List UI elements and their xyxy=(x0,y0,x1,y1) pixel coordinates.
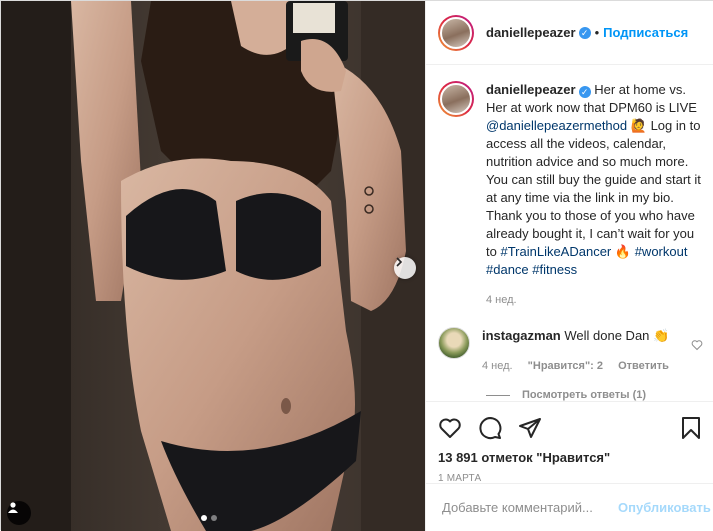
caption-avatar[interactable] xyxy=(438,81,474,117)
caption-hashtag[interactable]: #fitness xyxy=(532,262,577,277)
publish-button[interactable]: Опубликовать xyxy=(618,500,711,515)
reply-button[interactable]: Ответить xyxy=(618,360,669,372)
save-button[interactable] xyxy=(679,416,703,440)
carousel-dot xyxy=(211,515,217,521)
replies-divider xyxy=(486,394,510,396)
heart-icon xyxy=(439,418,461,438)
chevron-right-icon xyxy=(396,257,403,267)
caption-text-2: Log in to access all the videos, calenda… xyxy=(486,118,701,259)
photo-illustration xyxy=(1,1,425,531)
comment-item: instagazman Well done Dan 👏 4 нед. "Нрав… xyxy=(438,327,703,375)
caption-time[interactable]: 4 нед. xyxy=(486,294,517,306)
comment-button[interactable] xyxy=(478,416,502,440)
comments-list[interactable]: daniellepeazer ✓ Her at home vs. Her at w… xyxy=(426,65,713,401)
follow-button[interactable]: Подписаться xyxy=(603,25,688,40)
add-comment-bar: Опубликовать xyxy=(426,483,713,531)
share-button[interactable] xyxy=(518,416,542,440)
carousel-indicator xyxy=(201,515,217,521)
like-button[interactable] xyxy=(438,416,462,440)
verified-badge-icon: ✓ xyxy=(578,26,591,39)
caption-hashtag[interactable]: #TrainLikeADancer xyxy=(500,244,611,259)
paper-plane-icon xyxy=(519,418,541,438)
comment-body: instagazman Well done Dan 👏 4 нед. "Нрав… xyxy=(482,327,703,375)
post-sidebar: daniellepeazer ✓ • Подписаться daniellep… xyxy=(425,1,713,531)
caption: daniellepeazer ✓ Her at home vs. Her at w… xyxy=(438,81,703,309)
caption-hashtag[interactable]: #dance xyxy=(486,262,529,277)
comment-emoji: 👏 xyxy=(653,328,670,343)
verified-badge-icon: ✓ xyxy=(578,86,591,98)
post-header: daniellepeazer ✓ • Подписаться xyxy=(426,1,713,65)
commenter-username[interactable]: instagazman xyxy=(482,328,561,343)
caption-meta: 4 нед. xyxy=(486,291,703,309)
caption-emoji-2: 🔥 xyxy=(614,244,632,259)
view-replies-label: Посмотреть ответы (1) xyxy=(522,389,647,401)
caption-mention[interactable]: @daniellepeazermethod xyxy=(486,118,627,133)
likes-count[interactable]: 13 891 отметок "Нравится" xyxy=(438,450,703,465)
comment-meta: 4 нед. "Нравится": 2 Ответить xyxy=(482,357,703,375)
author-avatar[interactable] xyxy=(438,14,474,51)
comment-icon xyxy=(479,417,502,440)
caption-username[interactable]: daniellepeazer xyxy=(486,82,576,97)
comment-text: Well done Dan xyxy=(564,328,650,343)
view-replies-button[interactable]: Посмотреть ответы (1) xyxy=(486,389,703,401)
caption-body: daniellepeazer ✓ Her at home vs. Her at w… xyxy=(486,81,703,309)
bookmark-icon xyxy=(682,417,700,439)
header-separator: • xyxy=(594,25,600,40)
carousel-dot-active xyxy=(201,515,207,521)
comment-like-heart-icon[interactable] xyxy=(691,339,703,351)
post-modal: daniellepeazer ✓ • Подписаться daniellep… xyxy=(0,0,713,531)
comment-likes[interactable]: "Нравится": 2 xyxy=(528,360,603,372)
user-tag-icon xyxy=(8,502,18,513)
action-icons xyxy=(438,408,703,448)
tagged-users-button[interactable] xyxy=(7,501,31,525)
caption-hashtag[interactable]: #workout xyxy=(635,244,688,259)
caption-emoji-1: 🙋 xyxy=(630,118,647,133)
author-username[interactable]: daniellepeazer xyxy=(486,25,576,40)
comment-time[interactable]: 4 нед. xyxy=(482,360,513,372)
comment-input[interactable] xyxy=(442,500,618,515)
commenter-avatar[interactable] xyxy=(438,327,470,359)
post-photo[interactable] xyxy=(1,1,425,531)
post-actions: 13 891 отметок "Нравится" 1 МАРТА xyxy=(426,401,713,484)
next-photo-button[interactable] xyxy=(394,257,416,279)
